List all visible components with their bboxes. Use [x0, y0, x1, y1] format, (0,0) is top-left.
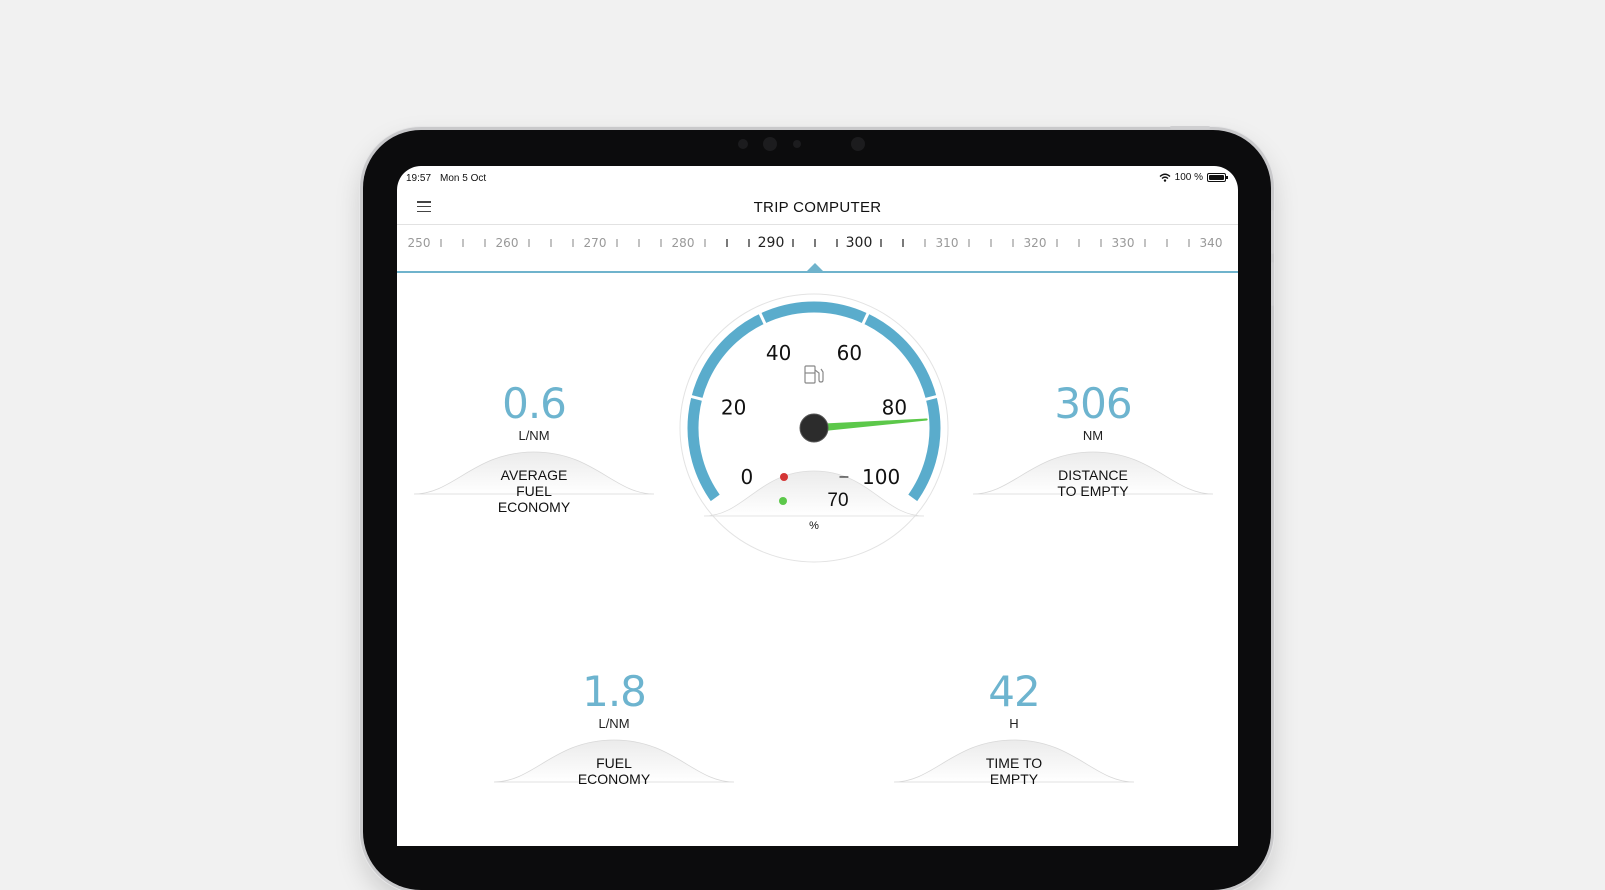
- gauge-tick-label: 80: [882, 395, 907, 419]
- time-to-empty-unit: H: [1009, 716, 1019, 731]
- distance-to-empty-label: DISTANCE TO EMPTY: [1057, 467, 1129, 499]
- gauge-tick-label: 20: [721, 395, 746, 419]
- fuel-economy-label: FUEL ECONOMY: [577, 755, 651, 787]
- ruler-baseline: [397, 271, 1238, 273]
- gauge-readout-green-row: 70: [669, 490, 959, 512]
- wifi-icon: [1159, 173, 1171, 182]
- average-fuel-economy-value: 0.6: [502, 379, 567, 428]
- volume-up-button: [1271, 210, 1274, 254]
- camera-lens-2: [851, 137, 865, 151]
- distance-to-empty-panel: 306 NM DISTANCE TO EMPTY: [973, 382, 1213, 524]
- ruler-label: 290: [758, 235, 785, 251]
- status-date: Mon 5 Oct: [440, 173, 487, 184]
- ruler-label: 310: [936, 236, 959, 250]
- status-bar: 19:57 Mon 5 Oct 100 %: [397, 166, 1238, 190]
- distance-to-empty-value: 306: [1054, 379, 1132, 428]
- metric-arch: FUEL ECONOMY: [494, 737, 734, 812]
- red-dot-icon: [779, 473, 788, 481]
- metric-arch: AVERAGE FUEL ECONOMY: [414, 449, 654, 524]
- ruler-pointer: [807, 263, 823, 271]
- volume-down-button: [1271, 262, 1274, 306]
- ruler-label: 340: [1200, 236, 1223, 250]
- app-screen: 19:57 Mon 5 Oct 100 % TRIP COMPUTER 250 2…: [397, 166, 1238, 846]
- camera-lens: [763, 137, 777, 151]
- fuel-economy-unit: L/NM: [598, 716, 630, 731]
- camera-dot: [738, 139, 748, 149]
- metric-arch: DISTANCE TO EMPTY: [973, 449, 1213, 524]
- ruler-label: 250: [408, 236, 431, 250]
- ruler-label: 280: [672, 236, 695, 250]
- time-to-empty-label: TIME TO EMPTY: [985, 755, 1043, 787]
- ruler-label: 270: [584, 236, 607, 250]
- gauge-hub: [799, 413, 829, 443]
- green-dot-icon: [779, 497, 788, 505]
- distance-to-empty-unit: NM: [1082, 428, 1104, 443]
- ruler-label: 260: [496, 236, 519, 250]
- fuel-pump-icon: [804, 365, 824, 384]
- gauge-unit: %: [809, 520, 819, 532]
- status-indicators: 100 %: [1159, 172, 1228, 183]
- camera-sensor: [793, 140, 801, 148]
- average-fuel-economy-unit: L/NM: [518, 428, 550, 443]
- gauge-tick-label: 60: [837, 341, 862, 365]
- gauge-tick-label: 40: [766, 341, 791, 365]
- fuel-economy-value: 1.8: [582, 667, 647, 716]
- average-fuel-economy-label: AVERAGE FUEL ECONOMY: [497, 467, 571, 515]
- distance-ruler[interactable]: 250 260 270 280 290 300 310 320 330 340: [401, 226, 1233, 272]
- nav-bar: TRIP COMPUTER: [397, 190, 1238, 225]
- metric-arch: TIME TO EMPTY: [894, 737, 1134, 812]
- average-fuel-economy-panel: 0.6 L/NM AVERAGE FUEL ECONOMY: [414, 382, 654, 524]
- gauge-readout-green-value: 70: [827, 490, 849, 511]
- top-button: [1170, 126, 1210, 129]
- gauge-needle: [812, 418, 928, 432]
- time-to-empty-panel: 42 H TIME TO EMPTY: [894, 670, 1134, 812]
- status-time: 19:57: [406, 173, 432, 184]
- time-to-empty-value: 42: [988, 667, 1040, 716]
- gauge-readout-red-row: –: [669, 468, 959, 486]
- fuel-gauge: 0 20 40 60 80 100 – 70 %: [669, 291, 959, 571]
- battery-percent: 100 %: [1174, 172, 1203, 183]
- battery-icon: [1207, 173, 1228, 182]
- page-title: TRIP COMPUTER: [753, 199, 882, 216]
- gauge-readout-red-value: –: [839, 468, 849, 485]
- ruler-label: 320: [1024, 236, 1047, 250]
- fuel-economy-panel: 1.8 L/NM FUEL ECONOMY: [494, 670, 734, 812]
- ruler-label: 330: [1112, 236, 1135, 250]
- ruler-label: 300: [846, 235, 873, 251]
